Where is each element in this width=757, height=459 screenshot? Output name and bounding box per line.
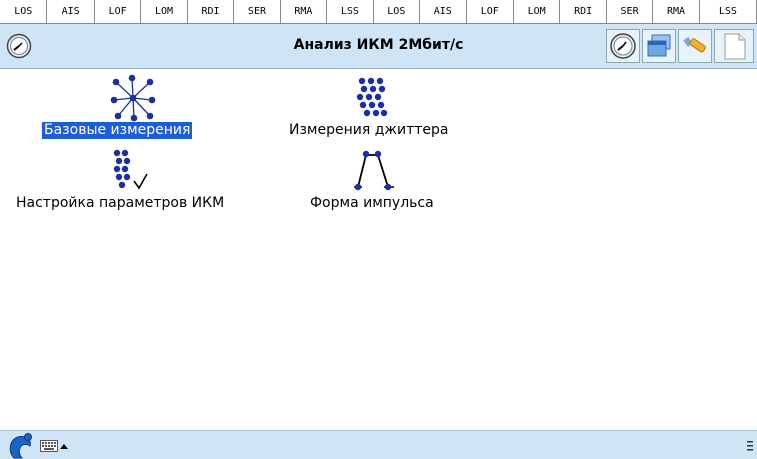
alarm-indicator-ais: AIS bbox=[47, 0, 95, 23]
alarm-indicator-rma: RMA bbox=[653, 0, 700, 23]
launcher-pcm-settings[interactable]: Настройка параметров ИКМ bbox=[10, 145, 260, 217]
alarm-status-bar: LOS AIS LOF LOM RDI SER RMA LSS LOS AIS LOF LOM RDI S… bbox=[0, 0, 757, 24]
tools-button[interactable] bbox=[678, 29, 712, 63]
taskbar bbox=[0, 430, 757, 459]
windows-icon bbox=[647, 34, 671, 57]
alarm-indicator-ser: SER bbox=[234, 0, 281, 23]
keyboard-menu-arrow-icon[interactable] bbox=[60, 443, 68, 449]
launcher-label: Измерения джиттера bbox=[289, 122, 449, 138]
tools-icon bbox=[683, 37, 706, 53]
dots-check-icon bbox=[113, 149, 148, 190]
keyboard-icon[interactable] bbox=[40, 440, 58, 452]
document-icon bbox=[724, 33, 746, 60]
launcher-label: Форма импульса bbox=[310, 195, 434, 211]
document-button[interactable] bbox=[714, 29, 754, 63]
launcher-label: Настройка параметров ИКМ bbox=[16, 195, 225, 211]
pulse-shape-icon bbox=[354, 150, 394, 191]
title-bar: Анализ ИКМ 2Мбит/с bbox=[0, 24, 757, 69]
windows-button[interactable] bbox=[642, 29, 676, 63]
alarm-indicator-lom: LOM bbox=[513, 0, 561, 23]
alarm-indicator-lom: LOM bbox=[141, 0, 188, 23]
launcher-label: Базовые измерения bbox=[42, 122, 193, 139]
launcher-pulse-shape[interactable]: Форма импульса bbox=[300, 145, 470, 217]
alarm-indicator-rdi: RDI bbox=[560, 0, 607, 23]
launcher-basic-measurements[interactable]: Базовые измерения bbox=[40, 72, 230, 144]
alarm-indicator-rdi: RDI bbox=[187, 0, 235, 23]
alarm-indicator-lss: LSS bbox=[699, 0, 757, 23]
clock-button[interactable] bbox=[606, 29, 640, 63]
alarm-indicator-ais: AIS bbox=[420, 0, 467, 23]
clock-icon bbox=[610, 33, 636, 59]
alarm-indicator-lof: LOF bbox=[466, 0, 514, 23]
start-icon[interactable] bbox=[6, 432, 38, 459]
alarm-indicator-rma: RMA bbox=[280, 0, 328, 23]
dot-grid-icon bbox=[356, 77, 388, 117]
alarm-indicator-lss: LSS bbox=[327, 0, 374, 23]
alarm-indicator-lof: LOF bbox=[94, 0, 142, 23]
alarm-indicator-ser: SER bbox=[606, 0, 654, 23]
alarm-indicator-los: LOS bbox=[373, 0, 421, 23]
menu-icon[interactable] bbox=[746, 439, 754, 453]
alarm-indicator-los: LOS bbox=[0, 0, 48, 23]
star-network-icon bbox=[110, 74, 156, 122]
launcher-jitter-measurements[interactable]: Измерения джиттера bbox=[285, 72, 475, 144]
